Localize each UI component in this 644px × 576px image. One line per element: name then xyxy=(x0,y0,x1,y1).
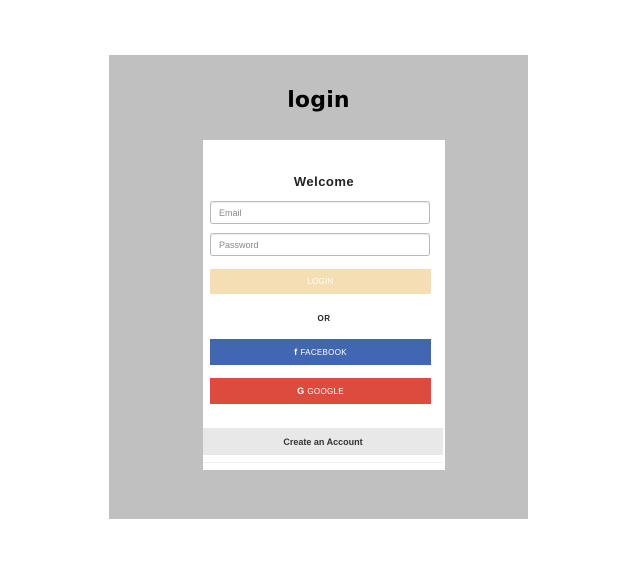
page-title: login xyxy=(287,88,350,113)
create-account-button[interactable]: Create an Account xyxy=(203,428,443,455)
google-icon: G xyxy=(297,386,305,396)
login-page-frame: login Welcome LOGIN OR f FACEBOOK G GOOG… xyxy=(109,55,528,519)
facebook-button-label: FACEBOOK xyxy=(300,347,347,357)
facebook-login-button[interactable]: f FACEBOOK xyxy=(210,339,431,365)
card-divider xyxy=(203,462,443,463)
welcome-heading: Welcome xyxy=(293,174,355,189)
login-button[interactable]: LOGIN xyxy=(210,269,431,294)
facebook-icon: f xyxy=(294,347,298,357)
login-card: Welcome LOGIN OR f FACEBOOK G GOOGLE Cre… xyxy=(203,140,445,470)
login-button-label: LOGIN xyxy=(307,277,334,286)
email-field[interactable] xyxy=(210,201,430,224)
create-account-label: Create an Account xyxy=(283,436,363,447)
google-login-button[interactable]: G GOOGLE xyxy=(210,378,431,404)
password-field[interactable] xyxy=(210,233,430,256)
or-divider: OR xyxy=(317,314,331,323)
google-button-label: GOOGLE xyxy=(307,386,344,396)
